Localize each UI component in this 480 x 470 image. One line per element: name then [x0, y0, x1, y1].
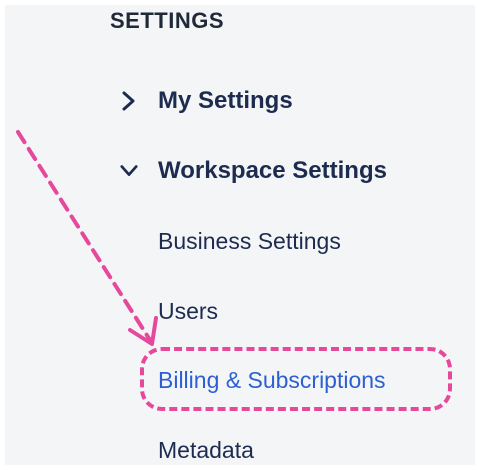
nav-group-my-settings[interactable]: My Settings — [120, 86, 293, 116]
nav-group-workspace-settings[interactable]: Workspace Settings — [120, 156, 387, 186]
nav-item-business-settings[interactable]: Business Settings — [158, 227, 341, 255]
chevron-right-icon — [120, 91, 138, 111]
chevron-down-icon — [120, 162, 138, 180]
annotation-highlight-box — [140, 347, 452, 411]
nav-group-label: My Settings — [158, 87, 293, 114]
nav-item-users[interactable]: Users — [158, 297, 218, 325]
nav-item-metadata[interactable]: Metadata — [158, 436, 254, 464]
settings-section-title: SETTINGS — [110, 8, 225, 33]
nav-group-label: Workspace Settings — [158, 157, 387, 184]
